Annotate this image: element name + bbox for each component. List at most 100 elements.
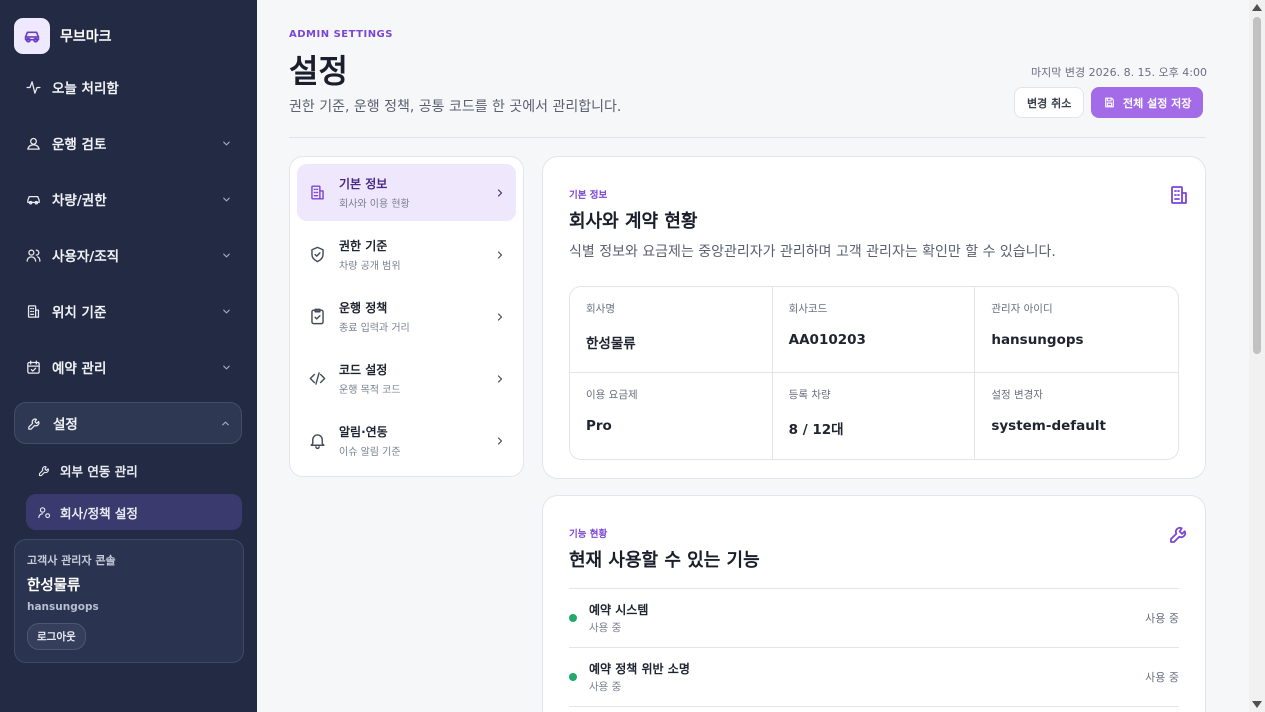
chevron-down-icon <box>220 249 232 261</box>
info-value: 한성물류 <box>586 336 636 352</box>
page-title: 설정 <box>289 52 348 90</box>
user-id: hansungops <box>27 601 99 613</box>
shield-check-icon <box>307 245 327 265</box>
feature-name: 예약 시스템 <box>589 603 649 617</box>
cancel-label: 변경 취소 <box>1027 96 1072 110</box>
panel-eyebrow: 기본 정보 <box>569 190 608 201</box>
feature-list: 예약 시스템사용 중 사용 중 예약 정책 위반 소명 사용 중 사용 중 <box>569 588 1179 707</box>
settings-nav-notifications[interactable]: 알림·연동 이슈 알림 기준 <box>297 412 516 469</box>
brand[interactable]: 무브마크 <box>14 18 112 54</box>
settings-nav-basic-info[interactable]: 기본 정보 회사와 이용 현황 <box>297 164 516 221</box>
console-label: 고객사 관리자 콘솔 <box>27 554 116 567</box>
save-icon <box>1103 96 1116 109</box>
info-cell: 회사코드 AA010203 <box>772 287 976 373</box>
chevron-down-icon <box>220 305 232 317</box>
basic-info-panel: 기본 정보 회사와 계약 현황 식별 정보와 요금제는 중앙관리자가 관리하며 … <box>542 156 1206 479</box>
clipboard-check-icon <box>307 307 327 327</box>
scrollbar-thumb[interactable] <box>1253 17 1261 354</box>
panel-description: 식별 정보와 요금제는 중앙관리자가 관리하며 고객 관리자는 확인만 할 수 … <box>569 244 1056 260</box>
building-icon <box>307 183 327 203</box>
sidebar-item-reservations[interactable]: 예약 관리 <box>14 346 242 388</box>
building-icon <box>1167 183 1191 207</box>
wrench-icon <box>36 462 52 478</box>
scrollbar[interactable] <box>1249 0 1265 712</box>
info-cell: 관리자 아이디 hansungops <box>975 287 1178 373</box>
sidebar-item-label: 사용자/조직 <box>52 249 120 265</box>
list-item: 예약 정책 위반 소명 사용 중 사용 중 <box>569 648 1179 707</box>
settings-nav-sub: 종료 입력과 거리 <box>339 323 410 334</box>
sidebar-item-label: 오늘 처리함 <box>52 81 119 97</box>
settings-nav-sub: 차량 공개 범위 <box>339 261 401 272</box>
info-cell: 회사명 한성물류 <box>570 287 773 373</box>
info-label: 설정 변경자 <box>991 389 1043 401</box>
chevron-down-icon <box>220 137 232 149</box>
activity-icon <box>24 78 42 96</box>
panel-title: 현재 사용할 수 있는 기능 <box>569 550 760 571</box>
settings-nav-title: 기본 정보 <box>339 177 388 191</box>
settings-nav-title: 권한 기준 <box>339 239 388 253</box>
info-value: 8 / 12대 <box>788 422 844 438</box>
wrench-icon <box>1167 522 1191 546</box>
scroll-down-arrow-icon[interactable] <box>1252 701 1262 708</box>
settings-nav: 기본 정보 회사와 이용 현황 권한 기준차량 공개 범위 운행 정책종료 입력과… <box>289 156 524 477</box>
save-all-button[interactable]: 전체 설정 저장 <box>1091 87 1204 118</box>
chevron-up-icon <box>219 417 231 429</box>
info-value: Pro <box>586 418 612 434</box>
chevron-down-icon <box>220 361 232 373</box>
wrench-icon <box>25 414 43 432</box>
feature-sub: 사용 중 <box>589 681 622 693</box>
car-icon <box>24 190 42 208</box>
settings-submenu: 외부 연동 관리 회사/정책 설정 <box>14 452 242 530</box>
sidebar-subitem-integrations[interactable]: 외부 연동 관리 <box>26 452 242 488</box>
sidebar: 무브마크 오늘 처리함 운행 검토 차량/권한 사용자/조직 위치 기준 예약 … <box>0 0 257 712</box>
chevron-right-icon <box>494 249 506 261</box>
settings-nav-sub: 운행 목적 코드 <box>339 385 401 396</box>
settings-nav-trip-policy[interactable]: 운행 정책종료 입력과 거리 <box>297 288 516 345</box>
sidebar-subitem-company-policy[interactable]: 회사/정책 설정 <box>26 494 242 530</box>
user-card: 고객사 관리자 콘솔 한성물류 hansungops 로그아웃 <box>14 539 244 663</box>
sidebar-item-label: 설정 <box>53 417 78 433</box>
sidebar-item-settings[interactable]: 설정 <box>14 402 242 444</box>
cancel-button[interactable]: 변경 취소 <box>1014 87 1085 118</box>
header-divider <box>289 137 1206 138</box>
chevron-right-icon <box>494 373 506 385</box>
info-label: 등록 차량 <box>788 389 831 401</box>
sidebar-item-label: 위치 기준 <box>52 305 107 321</box>
settings-nav-title: 알림·연동 <box>339 425 388 439</box>
info-label: 이용 요금제 <box>586 389 638 401</box>
sidebar-item-trip-review[interactable]: 운행 검토 <box>14 122 242 164</box>
feature-sub: 사용 중 <box>589 622 622 634</box>
info-label: 관리자 아이디 <box>991 303 1053 315</box>
sidebar-item-label: 운행 검토 <box>52 137 107 153</box>
settings-nav-permissions[interactable]: 권한 기준차량 공개 범위 <box>297 226 516 283</box>
status-dot <box>569 614 577 622</box>
info-label: 회사코드 <box>788 303 828 315</box>
settings-nav-codes[interactable]: 코드 설정운행 목적 코드 <box>297 350 516 407</box>
scroll-up-arrow-icon[interactable] <box>1252 4 1262 11</box>
settings-nav-title: 운행 정책 <box>339 301 388 315</box>
company-name: 한성물류 <box>27 578 81 594</box>
car-icon <box>14 18 50 54</box>
info-value: system-default <box>991 418 1106 434</box>
sidebar-item-vehicles[interactable]: 차량/권한 <box>14 178 242 220</box>
bell-icon <box>307 431 327 451</box>
feature-state: 사용 중 <box>1145 612 1179 625</box>
user-settings-icon <box>36 504 52 520</box>
logout-button[interactable]: 로그아웃 <box>27 623 86 650</box>
chevron-right-icon <box>494 435 506 447</box>
chevron-right-icon <box>494 187 506 199</box>
panel-eyebrow: 기능 현황 <box>569 529 608 540</box>
brand-name: 무브마크 <box>60 29 112 45</box>
sidebar-item-today[interactable]: 오늘 처리함 <box>14 66 242 108</box>
sidebar-item-location[interactable]: 위치 기준 <box>14 290 242 332</box>
sidebar-item-label: 차량/권한 <box>52 193 107 209</box>
save-label: 전체 설정 저장 <box>1123 96 1192 110</box>
info-value: AA010203 <box>788 332 866 348</box>
settings-nav-title: 코드 설정 <box>339 363 388 377</box>
sidebar-item-users[interactable]: 사용자/조직 <box>14 234 242 276</box>
main-content: ADMIN SETTINGS 설정 권한 기준, 운행 정책, 공통 코드를 한… <box>257 0 1249 712</box>
info-cell: 이용 요금제 Pro <box>570 373 773 459</box>
info-cell: 등록 차량 8 / 12대 <box>773 373 976 459</box>
code-icon <box>307 369 327 389</box>
panel-title: 회사와 계약 현황 <box>569 211 698 232</box>
